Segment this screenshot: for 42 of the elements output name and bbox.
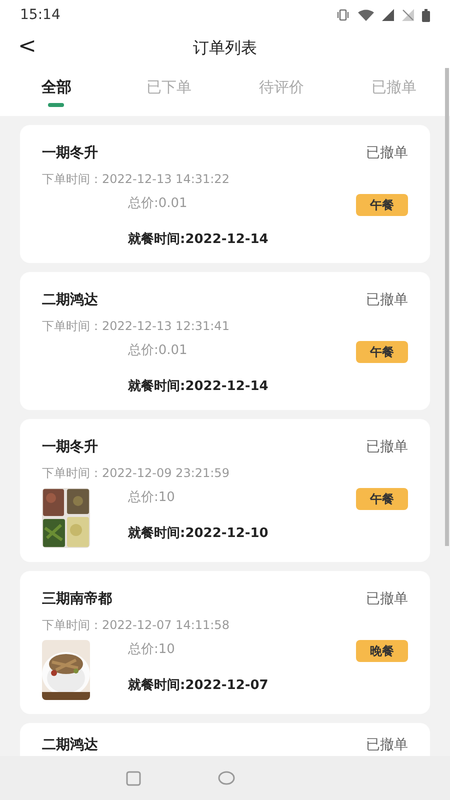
- meal-tag: 晚餐: [356, 640, 408, 662]
- order-status: 已撤单: [366, 438, 408, 457]
- home-icon[interactable]: [218, 771, 235, 785]
- meal-tag: 午餐: [356, 194, 408, 216]
- clock: 15:14: [20, 6, 60, 24]
- recents-icon[interactable]: [126, 770, 141, 786]
- total-price: 总价:0.01: [128, 342, 188, 360]
- vibrate-icon: [336, 9, 350, 21]
- wifi-icon: [358, 9, 374, 21]
- order-time: 下单时间：2022-12-13 12:31:41: [42, 318, 230, 335]
- dining-time: 就餐时间:2022-12-10: [128, 524, 270, 542]
- order-time: 下单时间：2022-12-13 14:31:22: [42, 171, 230, 188]
- order-status: 已撤单: [366, 144, 408, 163]
- battery-icon: [422, 8, 430, 22]
- dining-time: 就餐时间:2022-12-14: [128, 378, 270, 396]
- order-title: 一期冬升: [42, 144, 98, 163]
- order-status: 已撤单: [366, 736, 408, 755]
- order-card[interactable]: 二期鸿达 已撤单 下单时间：2022-12-13 12:31:41 总价:0.01 就餐时间:2022-12-14 午餐: [20, 272, 430, 410]
- order-card[interactable]: 一期冬升 已撤单 下单时间：2022-12-13 14:31:22 总价:0.01 就餐时间:2022-12-14 午餐: [20, 125, 430, 263]
- order-status: 已撤单: [366, 590, 408, 609]
- order-title: 一期冬升: [42, 438, 98, 457]
- total-price: 总价:10: [128, 641, 176, 659]
- total-price: 总价:10: [128, 489, 176, 507]
- order-time: 下单时间：2022-12-07 14:11:58: [42, 617, 230, 634]
- meal-tag: 午餐: [356, 488, 408, 510]
- order-status: 已撤单: [366, 291, 408, 310]
- order-title: 三期南帝都: [42, 590, 112, 609]
- order-title: 二期鸿达: [42, 736, 98, 755]
- meal-tag: 午餐: [356, 341, 408, 363]
- dining-time: 就餐时间:2022-12-14: [128, 230, 270, 248]
- order-card[interactable]: 一期冬升 已撤单 下单时间：2022-12-09 23:21:59 总价:10 就餐时间:2022-12-10 午餐: [20, 419, 430, 562]
- order-title: 二期鸿达: [42, 291, 98, 310]
- order-card[interactable]: 二期鸿达 已撤单: [20, 723, 430, 756]
- total-price: 总价:0.01: [128, 195, 188, 213]
- page-title: 订单列表: [193, 37, 257, 59]
- order-card[interactable]: 三期南帝都 已撤单 下单时间：2022-12-07 14:11:58 总价:10 就餐时间:2022-12-07 晚餐: [20, 571, 430, 714]
- signal-icon: [382, 9, 394, 21]
- order-time: 下单时间：2022-12-09 23:21:59: [42, 465, 230, 482]
- no-sim-icon: [402, 9, 414, 21]
- tab[interactable]: 全部: [0, 66, 112, 116]
- dining-time: 就餐时间:2022-12-07: [128, 676, 270, 694]
- back-button[interactable]: <: [14, 32, 40, 62]
